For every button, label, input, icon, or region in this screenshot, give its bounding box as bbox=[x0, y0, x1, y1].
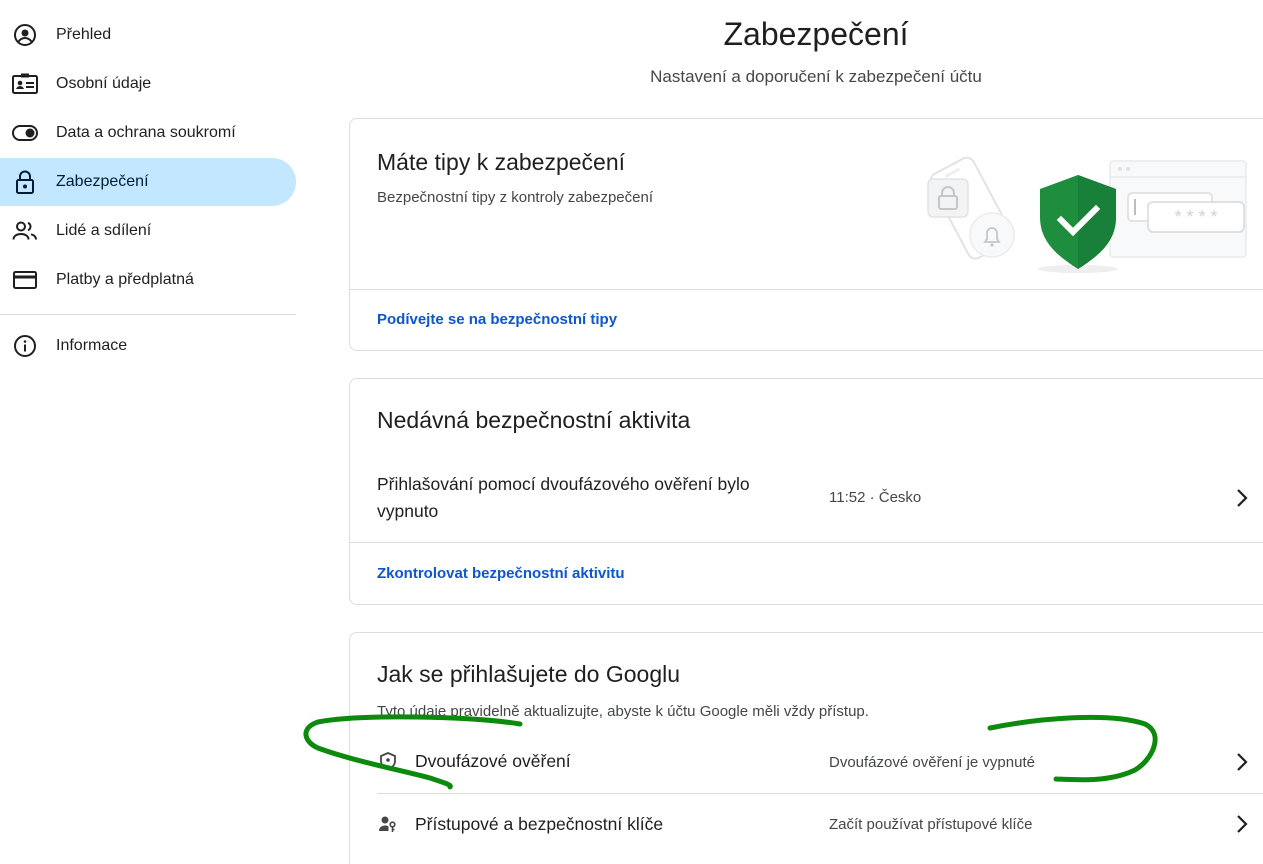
chevron-right-icon[interactable] bbox=[1232, 750, 1252, 774]
account-circle-icon bbox=[12, 22, 38, 48]
sidebar-item-personal-info[interactable]: Osobní údaje bbox=[0, 60, 296, 108]
info-icon bbox=[12, 333, 38, 359]
people-icon bbox=[12, 218, 38, 244]
credit-card-icon bbox=[12, 267, 38, 293]
signin-methods-card: Jak se přihlašujete do Googlu Tyto údaje… bbox=[349, 632, 1263, 864]
card-title: Máte tipy k zabezpečení bbox=[377, 149, 626, 175]
sidebar-item-data-privacy[interactable]: Data a ochrana soukromí bbox=[0, 109, 296, 157]
card-description: Tyto údaje pravidelně aktualizujte, abys… bbox=[377, 703, 869, 720]
security-tips-card: Máte tipy k zabezpečení Bezpečnostní tip… bbox=[349, 118, 1263, 351]
chevron-right-icon[interactable] bbox=[1232, 812, 1252, 836]
row-divider bbox=[377, 793, 1263, 794]
shield-icon bbox=[378, 751, 398, 771]
page-title: Zabezpečení bbox=[723, 16, 909, 52]
person-key-icon bbox=[378, 814, 398, 834]
card-divider bbox=[350, 542, 1263, 543]
signin-row-status: Dvoufázové ověření je vypnuté bbox=[829, 754, 1035, 771]
shield-check-icon bbox=[1040, 175, 1116, 269]
view-security-tips-link[interactable]: Podívejte se na bezpečnostní tipy bbox=[377, 311, 617, 328]
page-subtitle: Nastavení a doporučení k zabezpečení účt… bbox=[650, 67, 982, 86]
recent-activity-card: Nedávná bezpečnostní aktivita Přihlašová… bbox=[349, 378, 1263, 605]
signin-row-label: Dvoufázové ověření bbox=[415, 751, 571, 771]
card-title: Jak se přihlašujete do Googlu bbox=[377, 661, 681, 687]
activity-event-meta: 11:52 · Česko bbox=[829, 489, 922, 506]
toggle-icon bbox=[12, 120, 38, 146]
sidebar-item-label: Přehled bbox=[56, 26, 112, 43]
sidebar-item-label: Osobní údaje bbox=[56, 75, 152, 92]
sidebar-item-label: Informace bbox=[56, 337, 128, 354]
svg-text:* * * *: * * * * bbox=[1174, 207, 1217, 227]
sidebar-nav: Přehled Osobní údaje Data a ochrana souk… bbox=[0, 0, 296, 864]
sidebar-item-label: Data a ochrana soukromí bbox=[56, 124, 236, 141]
id-card-icon bbox=[12, 71, 38, 97]
sidebar-item-label: Zabezpečení bbox=[56, 173, 149, 190]
lock-icon bbox=[12, 169, 38, 195]
card-divider bbox=[350, 289, 1263, 290]
card-description: Bezpečnostní tipy z kontroly zabezpečení bbox=[377, 189, 653, 206]
chevron-right-icon[interactable] bbox=[1232, 486, 1252, 510]
sidebar-item-security[interactable]: Zabezpečení bbox=[0, 158, 296, 206]
signin-row-label: Přístupové a bezpečnostní klíče bbox=[415, 814, 664, 834]
security-illustration: * * * * bbox=[920, 149, 1250, 279]
sidebar-item-people-sharing[interactable]: Lidé a sdílení bbox=[0, 207, 296, 255]
activity-event-text: Přihlašování pomocí dvoufázového ověření… bbox=[377, 474, 750, 521]
sidebar-item-label: Lidé a sdílení bbox=[56, 222, 152, 239]
signin-row-status: Začít používat přístupové klíče bbox=[829, 816, 1033, 833]
sidebar-divider bbox=[0, 314, 296, 315]
sidebar-item-about[interactable]: Informace bbox=[0, 322, 296, 370]
card-title: Nedávná bezpečnostní aktivita bbox=[377, 407, 691, 433]
sidebar-item-label: Platby a předplatná bbox=[56, 271, 194, 288]
sidebar-item-overview[interactable]: Přehled bbox=[0, 11, 296, 59]
review-security-activity-link[interactable]: Zkontrolovat bezpečnostní aktivitu bbox=[377, 565, 625, 582]
sidebar-item-payments[interactable]: Platby a předplatná bbox=[0, 256, 296, 304]
